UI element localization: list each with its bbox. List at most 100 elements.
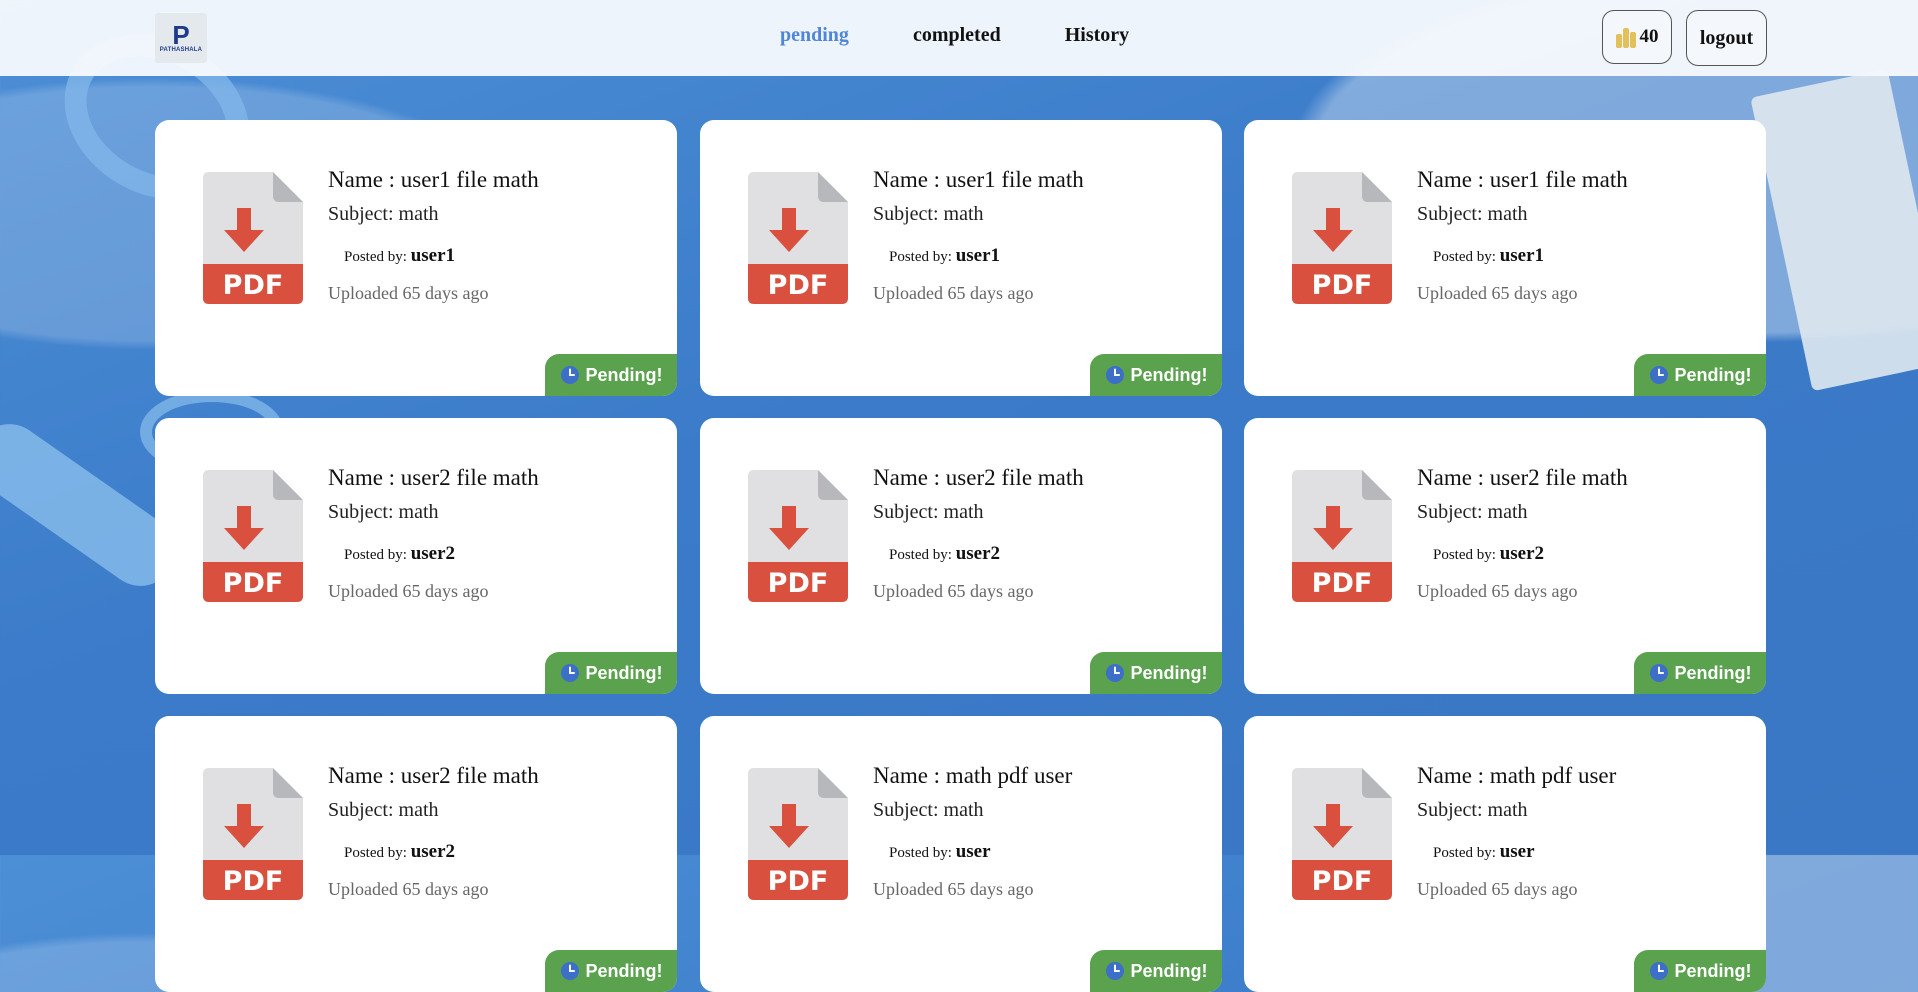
document-card[interactable]: PDF Name : math pdf user Subject: math P…	[700, 716, 1222, 992]
status-label: Pending!	[585, 364, 663, 385]
document-card[interactable]: PDF Name : user1 file math Subject: math…	[155, 120, 677, 396]
document-card[interactable]: PDF Name : user2 file math Subject: math…	[155, 716, 677, 992]
status-badge: Pending!	[1090, 354, 1222, 396]
top-navbar: P PATHASHALA pending completed History 4…	[0, 0, 1918, 76]
card-file-name: Name : user2 file math	[873, 465, 1084, 490]
status-label: Pending!	[1674, 364, 1752, 385]
document-card[interactable]: PDF Name : user2 file math Subject: math…	[700, 418, 1222, 694]
posted-by-user: user	[1499, 841, 1535, 862]
nav-link-completed[interactable]: completed	[913, 24, 1001, 47]
posted-by-label: Posted by:	[1433, 249, 1496, 265]
app-logo[interactable]: P PATHASHALA	[155, 13, 207, 63]
logo-text: PATHASHALA	[159, 47, 203, 53]
card-subject: Subject: math	[873, 799, 984, 821]
clock-icon	[1105, 664, 1124, 682]
status-label: Pending!	[1130, 364, 1208, 385]
card-posted-by: Posted by: user	[1433, 841, 1535, 863]
document-card[interactable]: PDF Name : math pdf user Subject: math P…	[1244, 716, 1766, 992]
card-posted-by: Posted by: user2	[344, 841, 455, 863]
card-subject: Subject: math	[1417, 203, 1528, 225]
card-subject: Subject: math	[328, 501, 439, 523]
card-subject: Subject: math	[328, 203, 439, 225]
svg-text:PDF: PDF	[223, 568, 284, 599]
status-label: Pending!	[1674, 662, 1752, 683]
card-file-name: Name : user1 file math	[1417, 167, 1628, 192]
document-card[interactable]: PDF Name : user1 file math Subject: math…	[1244, 120, 1766, 396]
status-label: Pending!	[1130, 662, 1208, 683]
background-decoration	[1750, 68, 1918, 392]
posted-by-label: Posted by:	[344, 249, 407, 265]
clock-icon	[560, 664, 579, 682]
nav-links: pending completed History	[780, 24, 1129, 47]
document-card[interactable]: PDF Name : user2 file math Subject: math…	[155, 418, 677, 694]
pdf-file-icon[interactable]: PDF	[203, 172, 303, 304]
card-upload-time: Uploaded 65 days ago	[328, 283, 489, 303]
status-badge: Pending!	[1634, 950, 1766, 992]
pdf-file-icon[interactable]: PDF	[748, 768, 848, 900]
card-file-name: Name : user2 file math	[328, 763, 539, 788]
svg-text:PDF: PDF	[1312, 866, 1373, 897]
svg-text:PDF: PDF	[1312, 270, 1373, 301]
clock-icon	[1105, 962, 1124, 980]
posted-by-user: user2	[955, 543, 1001, 564]
posted-by-label: Posted by:	[889, 547, 952, 563]
pdf-file-icon[interactable]: PDF	[203, 768, 303, 900]
pdf-file-icon[interactable]: PDF	[748, 470, 848, 602]
card-upload-time: Uploaded 65 days ago	[873, 283, 1034, 303]
card-posted-by: Posted by: user2	[344, 543, 455, 565]
posted-by-label: Posted by:	[889, 249, 952, 265]
card-file-name: Name : user1 file math	[328, 167, 539, 192]
coin-balance-button[interactable]: 40	[1602, 10, 1672, 64]
posted-by-label: Posted by:	[344, 547, 407, 563]
card-upload-time: Uploaded 65 days ago	[1417, 283, 1578, 303]
posted-by-user: user1	[955, 245, 1001, 266]
clock-icon	[1649, 664, 1668, 682]
posted-by-user: user2	[410, 841, 456, 862]
posted-by-label: Posted by:	[1433, 547, 1496, 563]
pdf-file-icon[interactable]: PDF	[203, 470, 303, 602]
card-subject: Subject: math	[873, 203, 984, 225]
card-upload-time: Uploaded 65 days ago	[1417, 581, 1578, 601]
status-label: Pending!	[585, 662, 663, 683]
status-label: Pending!	[585, 960, 663, 981]
card-posted-by: Posted by: user2	[1433, 543, 1544, 565]
card-posted-by: Posted by: user1	[344, 245, 455, 267]
svg-text:PDF: PDF	[1312, 568, 1373, 599]
card-subject: Subject: math	[328, 799, 439, 821]
posted-by-user: user1	[1499, 245, 1545, 266]
status-badge: Pending!	[1090, 652, 1222, 694]
status-label: Pending!	[1130, 960, 1208, 981]
status-badge: Pending!	[1634, 354, 1766, 396]
status-badge: Pending!	[545, 950, 677, 992]
svg-text:PDF: PDF	[768, 866, 829, 897]
status-badge: Pending!	[545, 652, 677, 694]
status-badge: Pending!	[1090, 950, 1222, 992]
svg-text:PDF: PDF	[768, 568, 829, 599]
clock-icon	[1105, 366, 1124, 384]
posted-by-user: user2	[410, 543, 456, 564]
card-upload-time: Uploaded 65 days ago	[1417, 879, 1578, 899]
logo-mark: P	[172, 20, 190, 50]
document-card[interactable]: PDF Name : user1 file math Subject: math…	[700, 120, 1222, 396]
pdf-file-icon[interactable]: PDF	[1292, 172, 1392, 304]
svg-text:PDF: PDF	[223, 270, 284, 301]
nav-link-pending[interactable]: pending	[780, 24, 849, 47]
svg-text:PDF: PDF	[223, 866, 284, 897]
status-label: Pending!	[1674, 960, 1752, 981]
card-file-name: Name : math pdf user	[873, 763, 1073, 788]
posted-by-label: Posted by:	[344, 845, 407, 861]
logout-button[interactable]: logout	[1686, 10, 1767, 66]
pdf-file-icon[interactable]: PDF	[1292, 768, 1392, 900]
coins-icon	[1615, 26, 1636, 48]
card-upload-time: Uploaded 65 days ago	[328, 879, 489, 899]
svg-text:PDF: PDF	[768, 270, 829, 301]
posted-by-user: user	[955, 841, 991, 862]
posted-by-label: Posted by:	[889, 845, 952, 861]
pdf-file-icon[interactable]: PDF	[748, 172, 848, 304]
card-posted-by: Posted by: user1	[1433, 245, 1544, 267]
posted-by-label: Posted by:	[1433, 845, 1496, 861]
pdf-file-icon[interactable]: PDF	[1292, 470, 1392, 602]
card-file-name: Name : math pdf user	[1417, 763, 1617, 788]
document-card[interactable]: PDF Name : user2 file math Subject: math…	[1244, 418, 1766, 694]
nav-link-history[interactable]: History	[1065, 24, 1129, 47]
